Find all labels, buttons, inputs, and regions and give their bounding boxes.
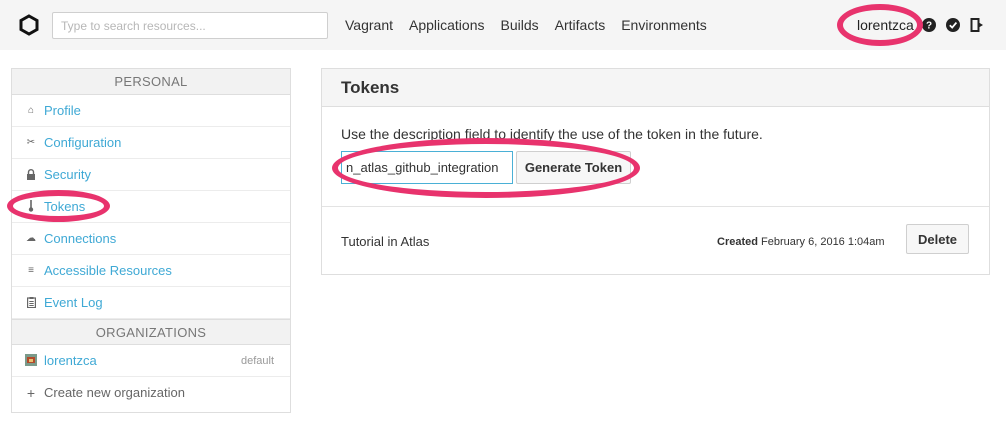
org-avatar <box>25 345 37 377</box>
home-icon: ⌂ <box>27 105 35 116</box>
token-created: Created February 6, 2016 1:04am <box>717 236 885 248</box>
sidebar-item-event-log[interactable]: Event Log <box>12 287 290 319</box>
organizations-heading: ORGANIZATIONS <box>12 319 290 345</box>
cloud-icon: ☁ <box>26 233 36 244</box>
sidebar-item-profile[interactable]: ⌂ Profile <box>12 95 290 127</box>
list-icon: ≡ <box>28 265 34 276</box>
help-icon[interactable]: ? <box>922 18 936 32</box>
divider <box>322 206 989 207</box>
sidebar-item-label: Profile <box>44 103 81 118</box>
org-item-lorentzca[interactable]: lorentzca default <box>12 345 290 377</box>
default-badge: default <box>240 355 274 367</box>
nav-builds[interactable]: Builds <box>501 17 539 33</box>
settings-sidebar: PERSONAL ⌂ Profile ✂ Configuration Secur… <box>11 68 291 413</box>
sidebar-item-label: Security <box>44 167 91 182</box>
org-label: lorentzca <box>44 353 97 368</box>
created-value: February 6, 2016 1:04am <box>761 236 885 248</box>
sidebar-item-tokens[interactable]: Tokens <box>12 191 290 223</box>
token-description-input[interactable] <box>341 151 513 184</box>
top-bar: Vagrant Applications Builds Artifacts En… <box>0 0 1006 50</box>
sidebar-item-label: Configuration <box>44 135 122 150</box>
tools-icon: ✂ <box>26 137 36 148</box>
sidebar-item-label: Event Log <box>44 295 103 310</box>
sidebar-item-label: Tokens <box>44 199 86 214</box>
clipboard-icon <box>25 287 37 319</box>
tokens-panel: Tokens Use the description field to iden… <box>321 68 990 275</box>
page-title: Tokens <box>322 69 989 107</box>
lock-icon <box>25 159 37 191</box>
generate-token-button[interactable]: Generate Token <box>516 151 631 184</box>
check-icon[interactable] <box>946 18 960 32</box>
plus-icon: + <box>26 385 36 401</box>
search-input[interactable] <box>52 12 328 39</box>
sidebar-item-connections[interactable]: ☁ Connections <box>12 223 290 255</box>
tokens-description: Use the description field to identify th… <box>341 126 763 142</box>
nav-environments[interactable]: Environments <box>621 17 707 33</box>
delete-token-button[interactable]: Delete <box>906 224 969 254</box>
svg-text:?: ? <box>926 21 932 32</box>
user-name-link[interactable]: lorentzca <box>857 17 914 33</box>
create-org-label: Create new organization <box>44 385 185 400</box>
created-label: Created <box>717 236 758 248</box>
sidebar-item-label: Connections <box>44 231 117 246</box>
token-name: Tutorial in Atlas <box>341 234 430 249</box>
nav-applications[interactable]: Applications <box>409 17 485 33</box>
logout-icon[interactable] <box>970 18 984 32</box>
sidebar-item-label: Accessible Resources <box>44 263 172 278</box>
thermometer-icon <box>25 191 37 223</box>
sidebar-item-security[interactable]: Security <box>12 159 290 191</box>
nav-vagrant[interactable]: Vagrant <box>345 17 393 33</box>
nav-artifacts[interactable]: Artifacts <box>555 17 606 33</box>
create-organization-link[interactable]: + Create new organization <box>12 377 290 409</box>
top-nav: Vagrant Applications Builds Artifacts En… <box>345 17 707 33</box>
sidebar-item-configuration[interactable]: ✂ Configuration <box>12 127 290 159</box>
logo-icon[interactable] <box>18 14 40 36</box>
personal-heading: PERSONAL <box>12 69 290 95</box>
sidebar-item-accessible-resources[interactable]: ≡ Accessible Resources <box>12 255 290 287</box>
